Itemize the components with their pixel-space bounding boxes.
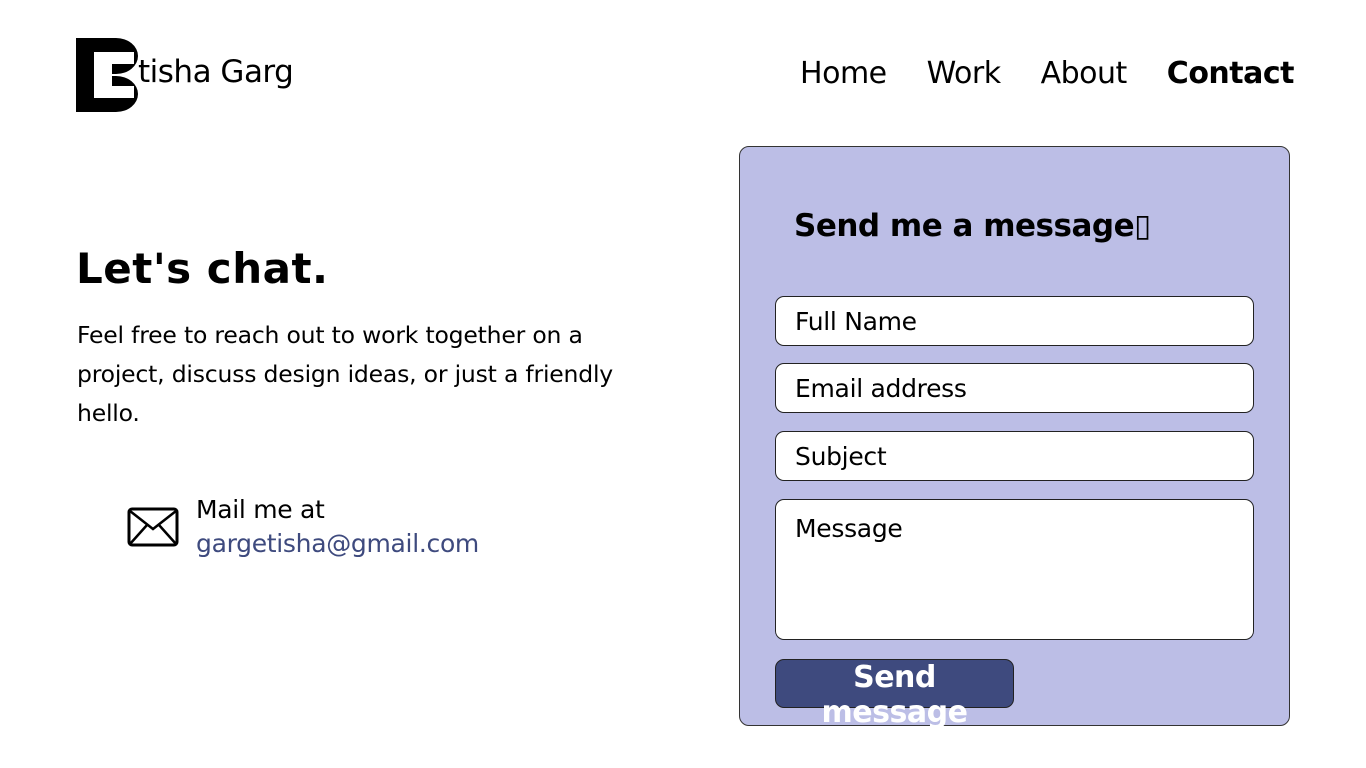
subject-field[interactable] [775, 431, 1254, 481]
mail-text: Mail me at gargetisha@gmail.com [196, 493, 479, 561]
logo[interactable]: tisha Garg [76, 38, 294, 112]
page-heading: Let's chat. [76, 244, 329, 293]
mail-label: Mail me at [196, 495, 325, 524]
main-nav: Home Work About Contact [760, 56, 1294, 91]
send-message-button[interactable]: Send message [775, 659, 1014, 730]
nav-work[interactable]: Work [927, 56, 1001, 91]
form-title: Send me a message▯ [794, 208, 1151, 244]
full-name-field[interactable] [775, 296, 1254, 346]
envelope-icon [127, 507, 179, 547]
logo-text: tisha Garg [138, 54, 294, 90]
nav-about[interactable]: About [1041, 56, 1128, 91]
logo-e-icon [76, 38, 138, 112]
nav-home[interactable]: Home [800, 56, 887, 91]
contact-form: Send me a message▯ Send message [739, 146, 1290, 730]
mail-block: Mail me at gargetisha@gmail.com [127, 493, 479, 561]
email-link[interactable]: gargetisha@gmail.com [196, 529, 479, 558]
message-field[interactable] [775, 499, 1254, 640]
email-field[interactable] [775, 363, 1254, 413]
intro-text: Feel free to reach out to work together … [77, 321, 613, 427]
nav-contact[interactable]: Contact [1167, 56, 1295, 91]
